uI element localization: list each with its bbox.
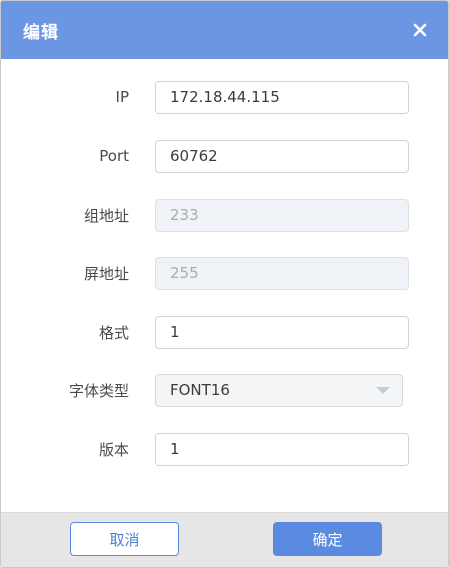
close-icon (413, 23, 427, 37)
port-label: Port (99, 147, 129, 165)
port-row: Port 60762 (1, 139, 448, 173)
format-row: 格式 1 (1, 315, 448, 349)
dialog-title: 编辑 (23, 22, 59, 43)
group-address-label: 组地址 (83, 206, 129, 225)
close-button[interactable] (410, 20, 430, 40)
group-address-input: 233 (155, 198, 409, 232)
group-address-row: 组地址 233 (1, 198, 448, 232)
screen-address-input: 255 (155, 256, 409, 290)
font-type-label: 字体类型 (68, 381, 129, 400)
font-type-select[interactable]: FONT16 (155, 373, 403, 407)
edit-dialog: 编辑 IP 172.18.44.115 Port 60762 组地址 233 屏… (0, 0, 449, 568)
ip-row: IP 172.18.44.115 (1, 80, 448, 114)
format-label: 格式 (98, 323, 129, 342)
port-input[interactable]: 60762 (155, 139, 409, 173)
dialog-footer: 取消 确定 (1, 512, 448, 567)
cancel-button[interactable]: 取消 (70, 522, 179, 556)
version-row: 版本 1 (1, 432, 448, 466)
font-type-value: FONT16 (170, 381, 230, 399)
version-input[interactable]: 1 (155, 432, 409, 466)
font-type-row: 字体类型 FONT16 (1, 373, 448, 407)
ip-label: IP (115, 88, 129, 106)
version-label: 版本 (98, 440, 129, 459)
ip-input[interactable]: 172.18.44.115 (155, 80, 409, 114)
screen-address-label: 屏地址 (83, 264, 129, 283)
format-input[interactable]: 1 (155, 315, 409, 349)
chevron-down-icon (376, 386, 390, 394)
screen-address-row: 屏地址 255 (1, 256, 448, 290)
confirm-button[interactable]: 确定 (273, 522, 382, 556)
dialog-header: 编辑 (1, 1, 448, 59)
